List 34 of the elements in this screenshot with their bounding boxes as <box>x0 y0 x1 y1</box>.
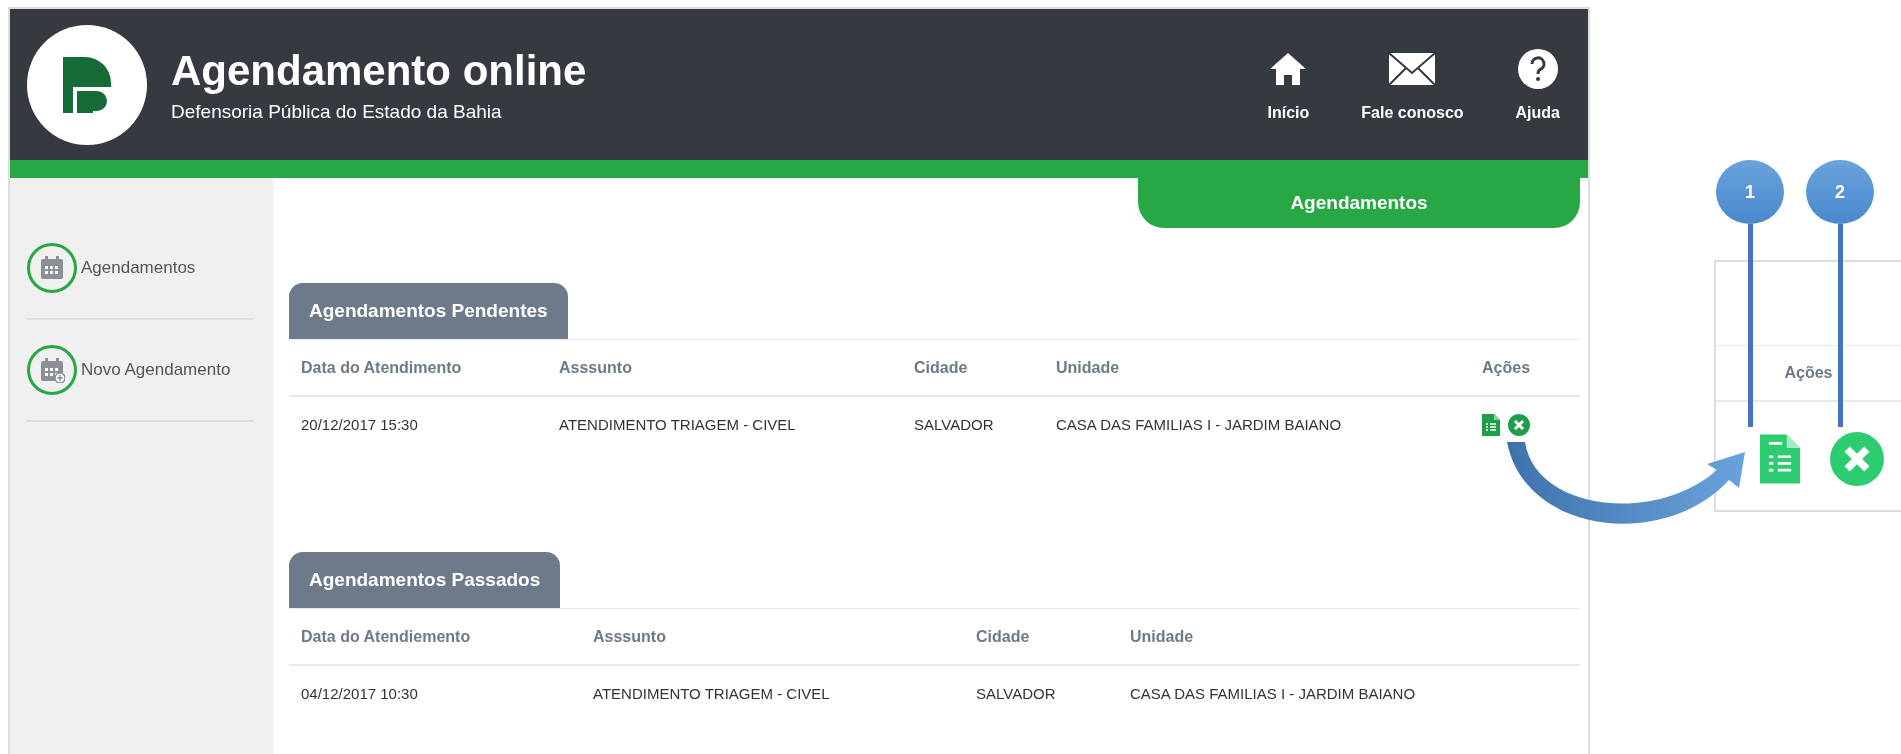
cancel-icon[interactable] <box>1508 413 1530 436</box>
nav-link[interactable]: Ajuda <box>1515 47 1560 122</box>
sidebar-item[interactable]: Agendamentos <box>27 218 253 320</box>
column-header: Cidade <box>976 627 1031 646</box>
sidebar-item[interactable]: Novo Agendamento <box>27 320 253 422</box>
column-header: Ações <box>1482 358 1532 377</box>
app-subtitle: Defensoria Pública do Estado da Bahia <box>171 100 503 123</box>
app-title: Agendamento online <box>171 46 588 95</box>
column-header: Data do Atendimento <box>301 358 463 377</box>
calendar-icon <box>27 243 77 293</box>
column-header: Asssunto <box>559 358 633 377</box>
column-header: Cidade <box>914 358 969 377</box>
nav-link[interactable]: Início <box>1267 47 1310 122</box>
table-cell-text: 20/12/2017 15:30 <box>301 416 419 433</box>
number-marker: 2 <box>1806 160 1874 224</box>
help-icon <box>1516 47 1559 90</box>
table-cell-text: SALVADOR <box>914 416 995 433</box>
calendar-icon <box>27 345 77 395</box>
nav-link[interactable]: Fale conosco <box>1361 47 1464 122</box>
column-header: Unidade <box>1130 627 1195 646</box>
table-cell-text: ATENDIMENTO TRIAGEM - CIVEL <box>559 416 797 433</box>
column-header: Ações <box>1784 364 1833 382</box>
table-cell-text: ATENDIMENTO TRIAGEM - CIVEL <box>593 685 831 702</box>
column-header: Asssunto <box>593 627 667 646</box>
table-cell-text: CASA DAS FAMILIAS I - JARDIM BAIANO <box>1130 685 1417 702</box>
cancel-icon <box>1830 432 1884 486</box>
document-icon[interactable] <box>1482 413 1500 436</box>
table-cell-text: 04/12/2017 10:30 <box>301 685 419 702</box>
number-marker: 1 <box>1716 160 1784 224</box>
table-cell-text: SALVADOR <box>976 685 1057 702</box>
column-header: Unidade <box>1056 358 1121 377</box>
column-header: Data do Atendiemento <box>301 627 472 646</box>
document-icon <box>1760 433 1800 485</box>
table-cell-text: CASA DAS FAMILIAS I - JARDIM BAIANO <box>1056 416 1343 433</box>
